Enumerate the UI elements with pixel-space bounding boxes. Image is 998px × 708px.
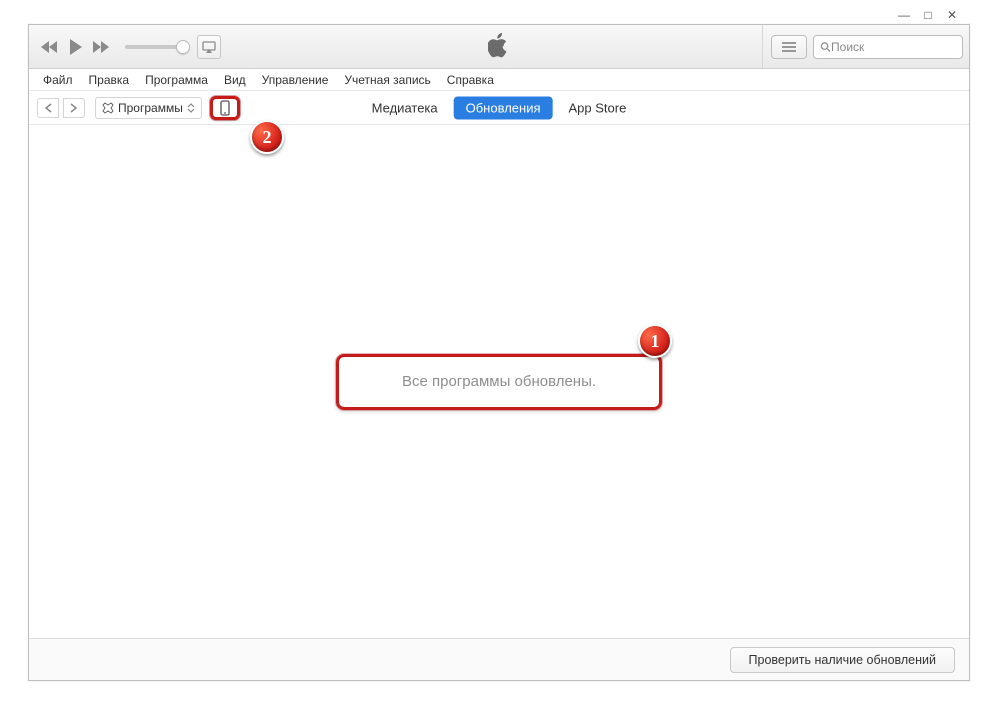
list-view-toggle[interactable] <box>771 35 807 59</box>
annotation-badge-1: 1 <box>638 324 672 358</box>
updown-icon <box>187 103 195 113</box>
category-label: Программы <box>118 101 183 115</box>
volume-slider[interactable] <box>125 45 183 49</box>
annotation-badge-2: 2 <box>250 120 284 154</box>
phone-icon <box>220 100 230 116</box>
content-area: Все программы обновлены. <box>29 125 969 638</box>
menu-bar: Файл Правка Программа Вид Управление Уче… <box>29 69 969 91</box>
window-close-button[interactable]: ✕ <box>940 6 964 24</box>
menu-program[interactable]: Программа <box>137 71 216 89</box>
forward-button[interactable] <box>63 98 85 118</box>
airplay-button[interactable] <box>197 35 221 59</box>
update-status-text: Все программы обновлены. <box>402 373 596 390</box>
tab-library[interactable]: Медиатека <box>360 96 450 119</box>
app-window: Файл Правка Программа Вид Управление Уче… <box>28 24 970 681</box>
check-updates-button[interactable]: Проверить наличие обновлений <box>730 647 955 673</box>
search-input[interactable] <box>831 40 956 54</box>
footer-bar: Проверить наличие обновлений <box>29 638 969 680</box>
previous-track-button[interactable] <box>39 36 61 58</box>
tab-updates[interactable]: Обновления <box>454 96 553 119</box>
search-icon <box>820 41 831 53</box>
next-track-button[interactable] <box>91 36 113 58</box>
category-dropdown[interactable]: Программы <box>95 97 202 119</box>
menu-help[interactable]: Справка <box>439 71 502 89</box>
window-minimize-button[interactable]: — <box>892 6 916 24</box>
menu-file[interactable]: Файл <box>35 71 81 89</box>
nav-bar: Программы Медиатека Обновления App Store <box>29 91 969 125</box>
apple-logo-icon <box>488 32 510 61</box>
menu-edit[interactable]: Правка <box>81 71 138 89</box>
menu-account[interactable]: Учетная запись <box>336 71 438 89</box>
back-button[interactable] <box>37 98 59 118</box>
update-status-box: Все программы обновлены. <box>336 354 662 410</box>
apps-icon <box>102 102 114 114</box>
window-maximize-button[interactable]: □ <box>916 6 940 24</box>
search-box[interactable] <box>813 35 963 59</box>
tab-appstore[interactable]: App Store <box>557 96 639 119</box>
titlebar <box>29 25 969 69</box>
device-button[interactable] <box>210 96 240 120</box>
menu-controls[interactable]: Управление <box>254 71 337 89</box>
menu-view[interactable]: Вид <box>216 71 254 89</box>
play-button[interactable] <box>65 36 87 58</box>
